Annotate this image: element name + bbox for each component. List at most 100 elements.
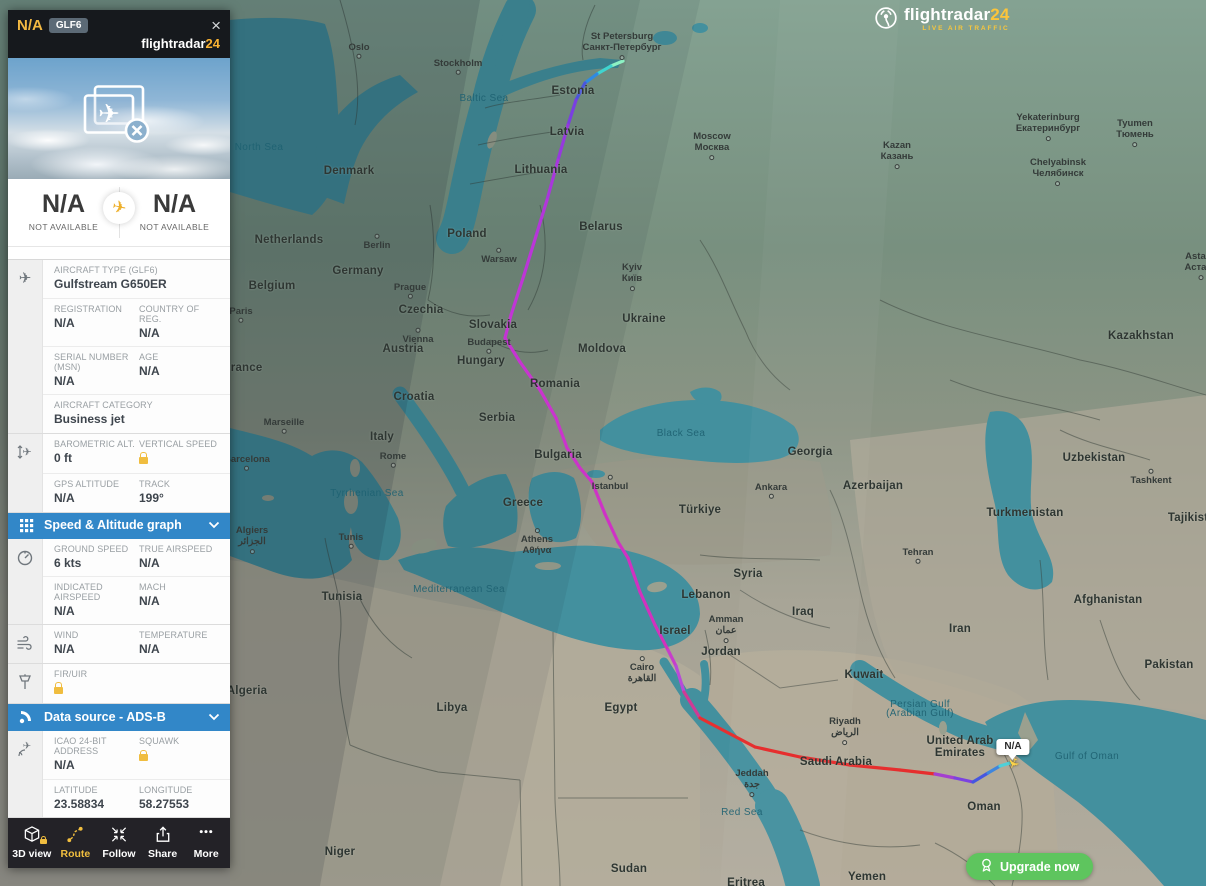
watermark-brand: flightradar [904, 5, 990, 24]
toolbar-route[interactable]: Route [54, 825, 98, 860]
svg-text:✈: ✈ [19, 270, 32, 287]
field-label: AGE [139, 352, 224, 362]
field-value: N/A [54, 491, 139, 505]
route-summary: N/A NOT AVAILABLE ✈ N/A NOT AVAILABLE [8, 179, 230, 247]
field-value: N/A [54, 604, 139, 618]
aircraft-type-badge[interactable]: GLF6 [49, 18, 89, 33]
field-row: BAROMETRIC ALT.0 ftVERTICAL SPEED [43, 434, 230, 473]
toolbar-follow[interactable]: Follow [97, 825, 141, 860]
field-value: N/A [139, 364, 224, 378]
origin-status: NOT AVAILABLE [8, 222, 119, 232]
field-row: ICAO 24-BIT ADDRESS N/A SQUAWK [43, 731, 230, 778]
detail-group: WINDN/ATEMPERATUREN/A [8, 625, 230, 663]
field-value: N/A [139, 326, 224, 340]
field-row: SERIAL NUMBER (MSN)N/AAGEN/A [43, 346, 230, 394]
route-plane-icon: ✈ [103, 192, 135, 224]
field-label: TRACK [139, 479, 224, 489]
field-value [139, 451, 224, 467]
field-label: SQUAWK [139, 736, 224, 746]
beacon-icon: ✈ [16, 740, 34, 758]
section-bar-speed-altitude-graph[interactable]: Speed & Altitude graph [8, 513, 230, 539]
field-value: N/A [54, 758, 139, 772]
field-value: N/A [139, 594, 224, 608]
field-value: 199° [139, 491, 224, 505]
field-label: WIND [54, 630, 139, 640]
toolbar-label: Share [148, 848, 177, 860]
toolbar-label: Follow [102, 848, 135, 860]
field-label: TEMPERATURE [139, 630, 224, 640]
detail-group: ✈ BAROMETRIC ALT.0 ftVERTICAL SPEED GPS AL… [8, 434, 230, 513]
cube-3d-icon [22, 825, 42, 844]
flightradar24-watermark: flightradar24 LIVE AIR TRAFFIC [874, 6, 1010, 35]
field-label: GROUND SPEED [54, 544, 139, 554]
field-row: WINDN/ATEMPERATUREN/A [43, 625, 230, 662]
toolbar-label: Route [61, 848, 91, 860]
field-value: N/A [139, 556, 224, 570]
close-icon[interactable]: × [211, 19, 221, 33]
field-label: AIRCRAFT TYPE (GLF6) [54, 265, 224, 275]
toolbar-3d-view[interactable]: 3D view [10, 825, 54, 860]
section-bar-label: Speed & Altitude graph [44, 518, 208, 532]
lock-icon[interactable] [54, 687, 63, 694]
field-value: N/A [54, 374, 139, 388]
svg-text:✈: ✈ [22, 446, 31, 458]
field-label: COUNTRY OF REG. [139, 304, 224, 324]
toolbar-more[interactable]: More [184, 825, 228, 860]
field-label: LONGITUDE [139, 785, 224, 795]
upgrade-label: Upgrade now [1000, 860, 1079, 874]
flight-details: ✈ AIRCRAFT TYPE (GLF6) Gulfstream G650ER RE… [8, 259, 230, 818]
toolbar-label: 3D view [12, 848, 51, 860]
aircraft-photo-placeholder: ✈ [8, 58, 230, 179]
field-value: N/A [54, 642, 139, 656]
more-icon [196, 825, 216, 844]
field-value: N/A [54, 316, 139, 330]
altitude-icon: ✈ [16, 443, 34, 461]
toolbar-share[interactable]: Share [141, 825, 185, 860]
detail-group: FIR/UIR [8, 664, 230, 704]
field-label: GPS ALTITUDE [54, 479, 139, 489]
field-row: LATITUDE 23.58834LONGITUDE 58.27553 [43, 779, 230, 817]
detail-group: ✈ AIRCRAFT TYPE (GLF6) Gulfstream G650ER RE… [8, 260, 230, 434]
graph-icon [8, 518, 44, 533]
speed-icon [16, 548, 34, 566]
field-value: 6 kts [54, 556, 139, 570]
aircraft-tooltip[interactable]: N/A [996, 739, 1029, 755]
lock-icon[interactable] [139, 754, 148, 761]
callsign: N/A [17, 17, 43, 34]
field-label: FIR/UIR [54, 669, 224, 679]
field-label: VERTICAL SPEED [139, 439, 224, 449]
field-row: AIRCRAFT TYPE (GLF6) Gulfstream G650ER [43, 260, 230, 297]
chevron-down-icon[interactable] [208, 521, 220, 529]
wind-icon [16, 634, 34, 652]
field-label: INDICATED AIRSPEED [54, 582, 139, 602]
watermark-tagline: LIVE AIR TRAFFIC [922, 25, 1009, 32]
destination-status: NOT AVAILABLE [119, 222, 230, 232]
field-row: AIRCRAFT CATEGORYBusiness jet [43, 394, 230, 432]
section-bar-data-source-ads-b[interactable]: Data source - ADS-B [8, 704, 230, 731]
field-value: 58.27553 [139, 797, 224, 811]
field-value: Gulfstream G650ER [54, 277, 224, 291]
destination-airport[interactable]: N/A NOT AVAILABLE [119, 192, 230, 232]
panel-header: N/A GLF6 × flightradar24 [8, 10, 230, 58]
lock-icon [40, 839, 47, 844]
detail-group: ✈ ICAO 24-BIT ADDRESS N/A SQUAWK LATITUDE 23.… [8, 731, 230, 818]
flight-info-panel: N/A GLF6 × flightradar24 ✈ N/A NOT AVAIL… [8, 10, 230, 868]
panel-logo: flightradar24 [17, 34, 221, 55]
tower-icon [16, 673, 34, 691]
panel-spacer [8, 247, 230, 259]
upgrade-now-button[interactable]: Upgrade now [966, 853, 1093, 880]
lock-icon[interactable] [139, 457, 148, 464]
field-row: REGISTRATIONN/ACOUNTRY OF REG.N/A [43, 298, 230, 346]
field-label: LATITUDE [54, 785, 139, 795]
follow-icon [109, 825, 129, 844]
origin-airport[interactable]: N/A NOT AVAILABLE [8, 192, 119, 232]
field-label: ICAO 24-BIT ADDRESS [54, 736, 139, 756]
chevron-down-icon[interactable] [208, 713, 220, 721]
field-value [139, 748, 224, 764]
field-value: N/A [139, 642, 224, 656]
field-value: 23.58834 [54, 797, 139, 811]
field-label: SERIAL NUMBER (MSN) [54, 352, 139, 372]
radar-icon [874, 6, 898, 35]
satellite-icon [8, 709, 44, 725]
share-icon [153, 825, 173, 844]
